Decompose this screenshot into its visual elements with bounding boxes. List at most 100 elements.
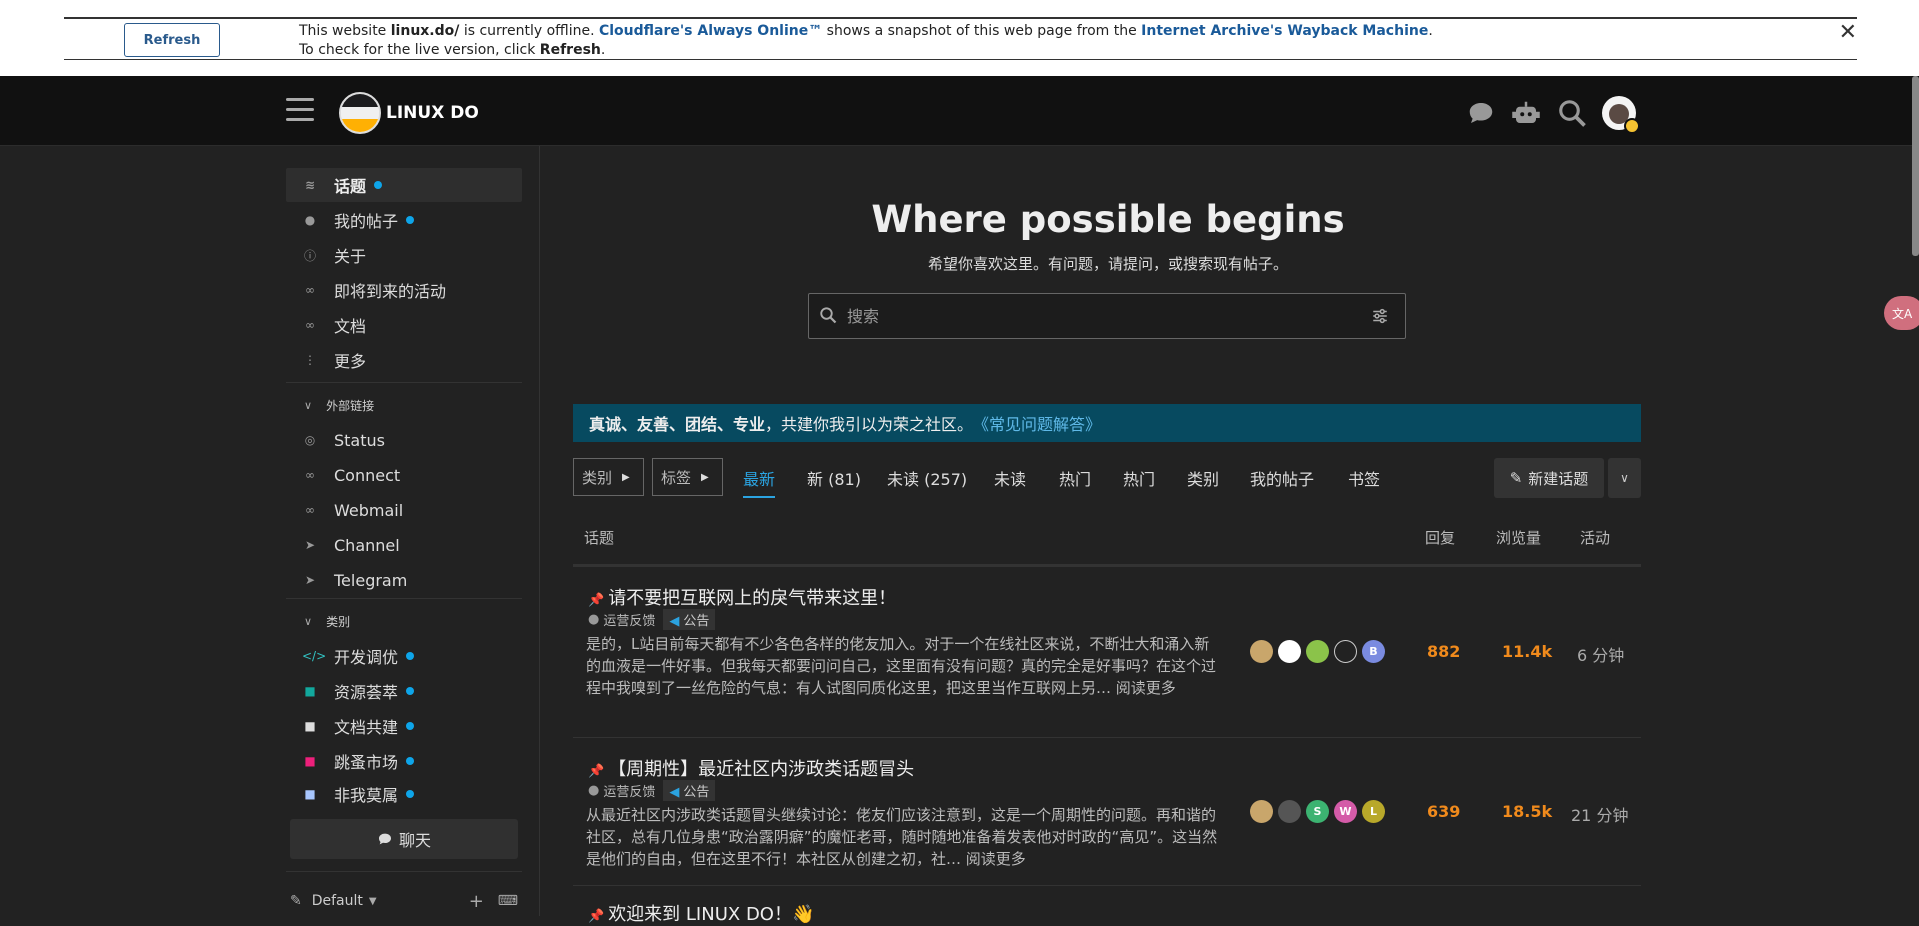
sidebar-category-resources[interactable]: ■ 资源荟萃	[286, 674, 522, 708]
category-dropdown-label: 类别	[582, 468, 613, 487]
sidebar-item-label: 文档共建	[334, 718, 399, 737]
topic-replies[interactable]: 882	[1427, 642, 1460, 661]
column-replies[interactable]: 回复	[1425, 527, 1455, 548]
row-divider	[573, 737, 1641, 738]
tab-hot[interactable]: 热门	[1059, 466, 1091, 490]
offline-site: linux.do/	[390, 23, 460, 39]
column-activity[interactable]: 活动	[1580, 527, 1610, 548]
sidebar-section-external-links[interactable]: ∨ 外部链接	[286, 390, 522, 420]
sidebar-item-status[interactable]: ◎ Status	[286, 423, 522, 457]
search-icon	[820, 307, 837, 324]
info-icon: ⓘ	[303, 248, 316, 263]
column-views[interactable]: 浏览量	[1496, 527, 1541, 548]
sidebar-category-dev[interactable]: </> 开发调优	[286, 639, 522, 673]
chevron-down-icon: ∨	[304, 614, 313, 628]
sidebar-item-webmail[interactable]: ∞ Webmail	[286, 493, 522, 527]
tab-bookmarks[interactable]: 书签	[1348, 466, 1380, 490]
poster-avatar[interactable]: W	[1334, 800, 1357, 823]
topic-title[interactable]: 📌 欢迎来到 LINUX DO！👋	[588, 900, 814, 926]
tab-new[interactable]: 新 (81)	[807, 466, 861, 490]
sidebar-item-docs[interactable]: ∞ 文档	[286, 308, 522, 342]
tag-dropdown[interactable]: 标签 ▶	[652, 458, 723, 496]
hamburger-menu-icon[interactable]	[286, 98, 314, 122]
cloudflare-link[interactable]: Cloudflare's Always Online™	[599, 23, 822, 39]
sidebar-item-telegram[interactable]: ➤ Telegram	[286, 563, 522, 597]
poster-avatar[interactable]	[1306, 640, 1329, 663]
tab-my-posts[interactable]: 我的帖子	[1250, 466, 1314, 490]
sidebar-section-categories[interactable]: ∨ 类别	[286, 606, 522, 636]
poster-avatar[interactable]	[1334, 640, 1357, 663]
topic-category[interactable]: 运营反馈	[603, 610, 655, 629]
sidebar-item-label: 开发调优	[334, 648, 399, 667]
tab-categories[interactable]: 类别	[1187, 466, 1219, 490]
page-scrollbar[interactable]	[1912, 76, 1919, 256]
topic-views: 11.4k	[1502, 642, 1553, 661]
archive-link[interactable]: Internet Archive's Wayback Machine	[1141, 23, 1428, 39]
topic-activity[interactable]: 6 分钟	[1577, 642, 1624, 666]
translate-icon[interactable]: 文A	[1884, 296, 1919, 330]
site-name[interactable]: LINUX DO	[386, 103, 479, 123]
keyboard-icon[interactable]: ⌨	[498, 893, 518, 909]
theme-selector[interactable]: Default	[312, 893, 363, 909]
tab-unseen[interactable]: 未读	[994, 466, 1026, 490]
category-dropdown[interactable]: 类别 ▶	[573, 458, 644, 496]
notice-bold-text: 真诚、友善、团结、专业	[589, 415, 766, 434]
topic-title[interactable]: 📌 【周期性】最近社区内涉政类话题冒头	[588, 755, 914, 781]
search-options-icon[interactable]	[1371, 307, 1389, 325]
search-icon[interactable]	[1557, 98, 1587, 128]
poster-avatar[interactable]: S	[1306, 800, 1329, 823]
new-topic-dropdown[interactable]: ∨	[1608, 458, 1641, 498]
poster-avatar[interactable]	[1278, 800, 1301, 823]
topic-activity[interactable]: 21 分钟	[1571, 802, 1628, 826]
sidebar-item-channel[interactable]: ➤ Channel	[286, 528, 522, 562]
chat-bubble-icon[interactable]	[1466, 98, 1496, 128]
offline-text-mid2: shows a snapshot of this web page from t…	[822, 23, 1142, 39]
sidebar-item-about[interactable]: ⓘ 关于	[286, 238, 522, 272]
caret-right-icon: ▶	[701, 471, 709, 483]
sidebar-category-jobs[interactable]: ■ 非我莫属	[286, 779, 522, 809]
poster-avatar[interactable]	[1278, 640, 1301, 663]
poster-avatar[interactable]: L	[1362, 800, 1385, 823]
unread-dot	[406, 216, 415, 224]
caret-down-icon[interactable]: ▼	[369, 896, 377, 907]
sidebar-item-connect[interactable]: ∞ Connect	[286, 458, 522, 492]
poster-avatar[interactable]: B	[1362, 640, 1385, 663]
new-topic-button[interactable]: ✎ 新建话题	[1494, 458, 1604, 498]
chat-button[interactable]: 聊天	[290, 819, 518, 859]
sidebar-category-market[interactable]: ■ 跳蚤市场	[286, 744, 522, 778]
topic-excerpt[interactable]: 从最近社区内涉政类话题冒头继续讨论：佬友们应该注意到，这是一个周期性的问题。再和…	[586, 804, 1222, 870]
topic-excerpt[interactable]: 是的，L站目前每天都有不少各色各样的佬友加入。对于一个在线社区来说，不断壮大和涌…	[586, 633, 1222, 699]
sidebar-category-docs[interactable]: ■ 文档共建	[286, 709, 522, 743]
chevron-down-icon: ∨	[304, 398, 313, 412]
column-topic[interactable]: 话题	[584, 527, 614, 548]
sidebar-section-title: 外部链接	[326, 398, 375, 413]
row-divider	[573, 885, 1641, 886]
sidebar-item-topics[interactable]: ≋ 话题	[286, 168, 522, 202]
poster-avatar[interactable]	[1250, 800, 1273, 823]
add-icon[interactable]: +	[469, 891, 484, 912]
faq-link[interactable]: 《常见问题解答》	[973, 411, 1101, 435]
offline-text-mid1: is currently offline.	[459, 23, 599, 39]
tab-latest[interactable]: 最新	[743, 466, 776, 498]
tab-unread[interactable]: 未读 (257)	[887, 466, 967, 490]
sidebar-item-my-posts[interactable]: ● 我的帖子	[286, 203, 522, 237]
offline-refresh-word: Refresh	[539, 42, 601, 58]
site-logo[interactable]	[339, 92, 381, 134]
sidebar-item-label: 关于	[334, 247, 367, 266]
refresh-button[interactable]: Refresh	[124, 23, 220, 57]
sidebar-item-events[interactable]: ∞ 即将到来的活动	[286, 273, 522, 307]
topic-title[interactable]: 📌 请不要把互联网上的戾气带来这里！	[588, 584, 896, 610]
poster-avatar[interactable]	[1250, 640, 1273, 663]
topic-category[interactable]: 运营反馈	[603, 781, 655, 800]
topic-tag[interactable]: ◀ 公告	[663, 609, 716, 630]
topic-tag[interactable]: ◀ 公告	[663, 780, 716, 801]
sidebar-item-more[interactable]: ⋮ 更多	[286, 343, 522, 377]
robot-icon[interactable]	[1511, 98, 1541, 128]
offline-message: This website linux.do/ is currently offl…	[299, 22, 1439, 60]
tab-top[interactable]: 热门	[1123, 466, 1155, 490]
close-icon[interactable]: ✕	[1839, 20, 1857, 45]
search-input[interactable]	[847, 302, 1347, 330]
topic-replies[interactable]: 639	[1427, 802, 1460, 821]
tag-dropdown-label: 标签	[661, 468, 692, 487]
search-box[interactable]	[808, 293, 1406, 339]
